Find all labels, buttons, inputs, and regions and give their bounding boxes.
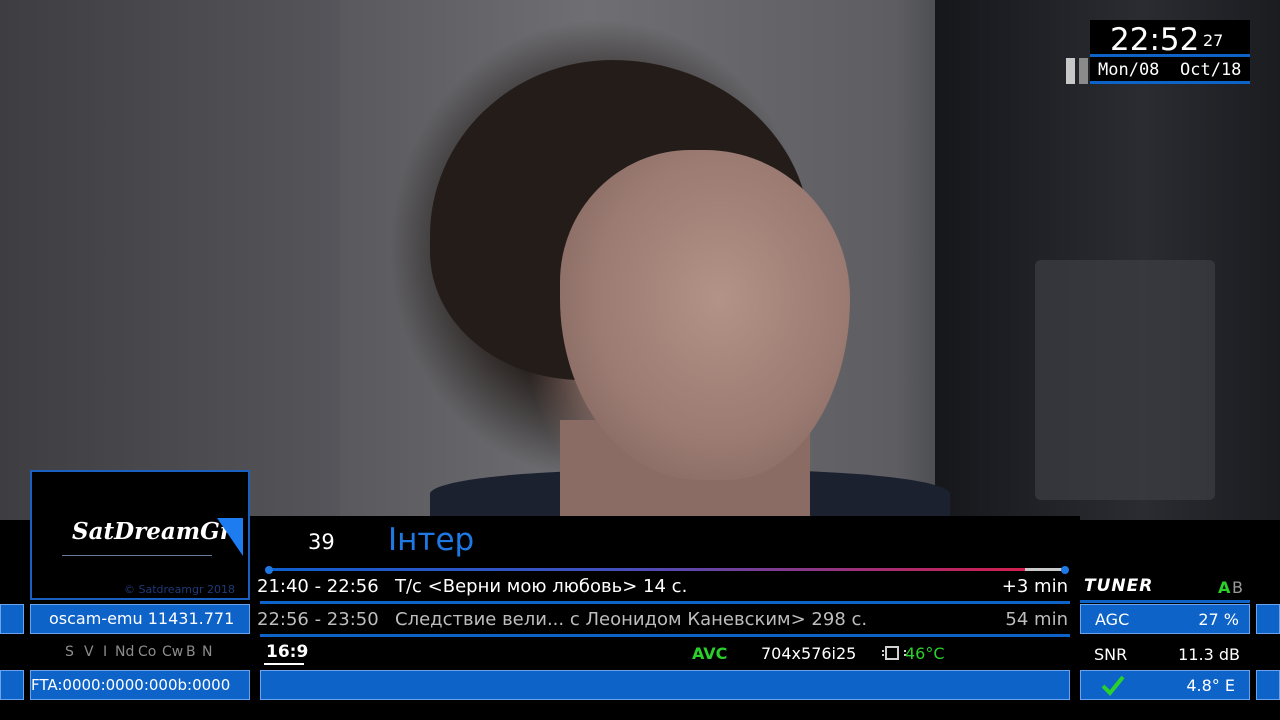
left-edge-strip (0, 604, 24, 634)
event-next-underline (260, 634, 1070, 637)
caid-v: V (84, 644, 94, 660)
right-edge-strip (1256, 604, 1280, 634)
pause-bars-icon (1064, 58, 1090, 84)
clock-panel: 22:52 27 Mon/08 Oct/18 (1090, 20, 1250, 84)
caid-co: Co (138, 644, 157, 660)
check-icon (1101, 675, 1125, 696)
caid-n: N (202, 644, 213, 660)
event-current-title: Т/с <Верни мою любовь> 14 с. (395, 576, 688, 597)
emulator-panel: oscam-emu 11431.771 (30, 604, 250, 634)
aspect-ratio: 16:9 (266, 642, 309, 662)
info-blue-bar (260, 670, 1070, 700)
caid-b: B (186, 644, 196, 660)
cpu-temperature: 46°C (905, 644, 945, 663)
event-next-time: 22:56 - 23:50 (257, 609, 379, 630)
channel-name: Інтер (388, 522, 475, 558)
snr-value: 11.3 dB (1178, 645, 1240, 664)
clock-time: 22:52 (1110, 22, 1200, 58)
video-wall (0, 0, 340, 520)
tech-info-row: 16:9 AVC 704x576i25 46°C (250, 638, 1080, 670)
agc-panel: AGC 27 % (1080, 604, 1250, 634)
video-codec: AVC (692, 644, 728, 663)
caid-nd: Nd (115, 644, 135, 660)
tuner-b: B (1232, 578, 1243, 597)
snr-label: SNR (1094, 645, 1128, 664)
tuner-underline (1080, 600, 1250, 603)
clock-underline (1090, 81, 1250, 84)
event-progress-bar (265, 566, 1069, 574)
event-next-remaining: 54 min (1005, 609, 1068, 630)
caid-s: S (65, 644, 74, 660)
caid-list: S V I Nd Co Cw B N (30, 638, 250, 668)
caid-cw: Cw (162, 644, 184, 660)
chip-icon (882, 646, 906, 660)
logo-swoosh-icon (217, 518, 243, 556)
progress-end-dot (1061, 566, 1069, 574)
progress-start-dot (265, 566, 273, 574)
caid-i: I (103, 644, 108, 660)
channel-number: 39 (308, 530, 335, 554)
clock-day: Mon/08 (1098, 60, 1160, 80)
clock-seconds: 27 (1203, 31, 1224, 50)
video-resolution: 704x576i25 (761, 644, 857, 663)
logo-copyright: © Satdreamgr 2018 (124, 583, 236, 596)
channel-bar: 39 Інтер (250, 516, 1080, 570)
event-current: 21:40 - 22:56 Т/с <Верни мою любовь> 14 … (250, 572, 1080, 604)
picon-logo: SatDreamGr © Satdreamgr 2018 (30, 470, 250, 600)
emulator-name: oscam-emu 11431.771 (49, 609, 235, 628)
aspect-underline (264, 663, 304, 665)
video-face (560, 150, 850, 480)
video-monitor (1035, 260, 1215, 500)
logo-underline (62, 555, 212, 556)
event-current-time: 21:40 - 22:56 (257, 576, 379, 597)
logo-name: SatDreamGr (72, 518, 232, 545)
event-current-underline (260, 601, 1070, 604)
satellite-panel: 4.8° E (1080, 670, 1250, 700)
right-edge-strip (1256, 670, 1280, 700)
agc-label: AGC (1095, 610, 1130, 629)
clock-divider (1090, 54, 1250, 57)
event-next-title: Следствие вели... с Леонидом Каневским> … (395, 609, 868, 630)
tuner-a: A (1218, 578, 1231, 597)
fta-info: FTA:0000:0000:000b:0000 (31, 676, 231, 694)
orbital-position: 4.8° E (1186, 676, 1235, 695)
fta-panel: FTA:0000:0000:000b:0000 (30, 670, 250, 700)
tuner-row: TUNER A B (1080, 572, 1250, 603)
event-next: 22:56 - 23:50 Следствие вели... с Леонид… (250, 605, 1080, 637)
tuner-label: TUNER (1084, 576, 1154, 596)
event-current-remaining: +3 min (1001, 576, 1068, 597)
left-edge-strip (0, 670, 24, 700)
agc-value: 27 % (1198, 610, 1239, 629)
clock-month: Oct/18 (1180, 60, 1242, 80)
progress-fill (269, 568, 1025, 571)
snr-panel: SNR 11.3 dB (1080, 638, 1250, 668)
